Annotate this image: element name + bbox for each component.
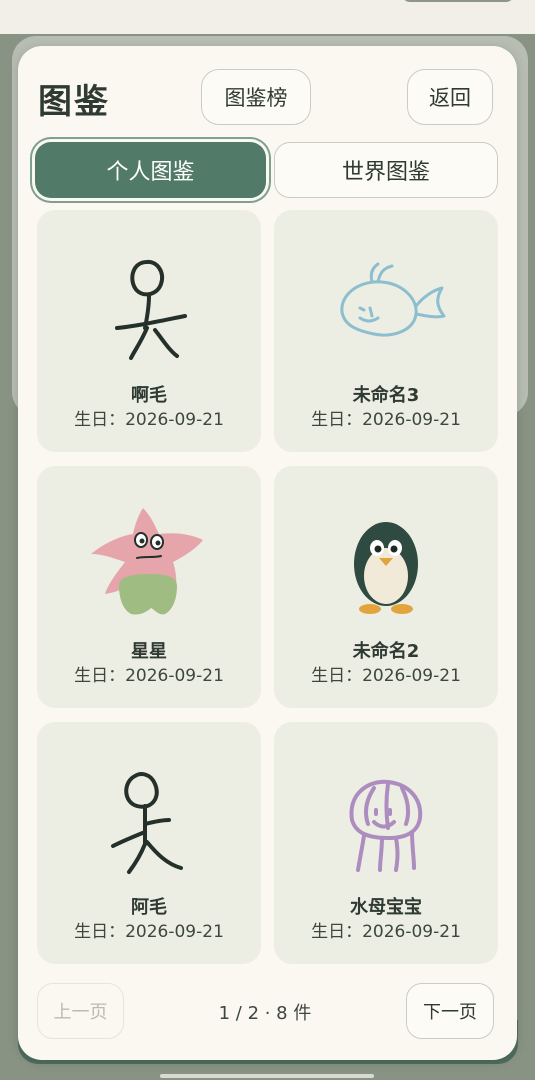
home-indicator[interactable] xyxy=(160,1074,374,1078)
jellyfish-doodle-icon xyxy=(349,779,423,872)
page-indicator: 1 / 2 · 8 件 xyxy=(218,1003,312,1024)
collection-card[interactable]: 未命名2 生日：2026-09-21 xyxy=(274,466,498,708)
item-name: 未命名2 xyxy=(352,641,420,662)
collection-dialog: 图鉴 图鉴榜 返回 个人图鉴 世界图鉴 啊毛 生日：2026-09-21 未命名… xyxy=(18,46,517,1060)
collection-card[interactable]: 未命名3 生日：2026-09-21 xyxy=(274,210,498,452)
tab-world-collection[interactable]: 世界图鉴 xyxy=(274,142,498,198)
penguin-icon xyxy=(354,522,418,614)
next-page-button[interactable]: 下一页 xyxy=(406,983,494,1039)
collection-card[interactable]: 星星 生日：2026-09-21 xyxy=(37,466,261,708)
back-button[interactable]: 返回 xyxy=(407,69,493,125)
item-name: 未命名3 xyxy=(352,385,420,406)
item-birthday: 生日：2026-09-21 xyxy=(311,922,461,942)
page-title: 图鉴 xyxy=(38,82,110,122)
item-birthday: 生日：2026-09-21 xyxy=(74,410,224,430)
stick-figure-icon xyxy=(115,259,187,360)
item-birthday: 生日：2026-09-21 xyxy=(311,666,461,686)
item-name: 星星 xyxy=(131,641,167,662)
stick-figure-icon xyxy=(111,772,183,874)
prev-page-button[interactable]: 上一页 xyxy=(37,983,124,1039)
background-app-pill xyxy=(402,0,514,2)
item-birthday: 生日：2026-09-21 xyxy=(74,666,224,686)
item-birthday: 生日：2026-09-21 xyxy=(74,922,224,942)
fish-doodle-icon xyxy=(340,262,446,337)
item-name: 啊毛 xyxy=(131,385,167,406)
collection-card[interactable]: 阿毛 生日：2026-09-21 xyxy=(37,722,261,964)
item-name: 水母宝宝 xyxy=(350,897,422,918)
tab-personal-collection[interactable]: 个人图鉴 xyxy=(35,142,266,198)
ranking-button[interactable]: 图鉴榜 xyxy=(201,69,311,125)
starfish-doodle-icon xyxy=(91,508,203,615)
background-app-header xyxy=(0,0,535,34)
collection-card[interactable]: 啊毛 生日：2026-09-21 xyxy=(37,210,261,452)
collection-card[interactable]: 水母宝宝 生日：2026-09-21 xyxy=(274,722,498,964)
item-birthday: 生日：2026-09-21 xyxy=(311,410,461,430)
item-name: 阿毛 xyxy=(131,897,167,918)
